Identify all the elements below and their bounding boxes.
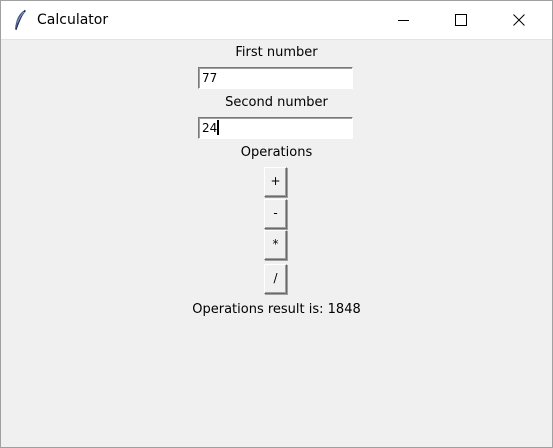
title-bar[interactable]: Calculator xyxy=(1,1,552,40)
add-button[interactable]: + xyxy=(264,167,287,197)
multiply-button[interactable]: * xyxy=(264,230,287,260)
minimize-icon xyxy=(398,20,409,21)
first-number-input[interactable]: 77 xyxy=(198,67,353,89)
divide-button[interactable]: / xyxy=(264,264,287,294)
calculator-window: Calculator First number 77 Second number… xyxy=(0,0,553,448)
close-icon xyxy=(513,14,525,26)
result-label: Operations result is: 1848 xyxy=(192,302,361,317)
second-number-input[interactable]: 24 xyxy=(198,117,353,139)
second-number-label: Second number xyxy=(225,95,328,110)
minimize-button[interactable] xyxy=(381,1,427,39)
window-title: Calculator xyxy=(37,12,109,28)
maximize-icon xyxy=(455,14,467,26)
operations-label: Operations xyxy=(240,145,313,160)
calculator-content: First number 77 Second number 24 Operati… xyxy=(1,40,552,448)
subtract-button[interactable]: - xyxy=(264,199,287,229)
feather-icon xyxy=(15,9,26,31)
close-button[interactable] xyxy=(496,1,542,39)
first-number-label: First number xyxy=(235,45,318,60)
maximize-button[interactable] xyxy=(438,1,484,39)
text-cursor xyxy=(217,120,220,135)
first-number-value: 77 xyxy=(202,71,218,85)
second-number-value: 24 xyxy=(202,121,218,135)
